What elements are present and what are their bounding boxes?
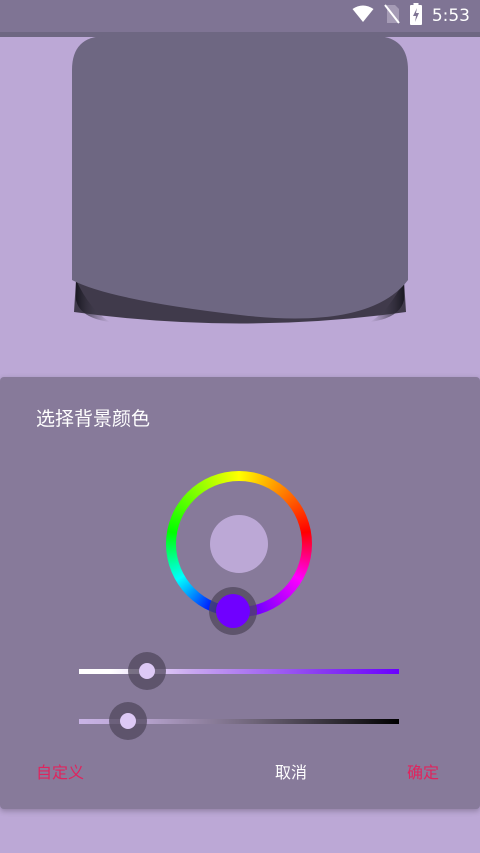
battery-charging-icon xyxy=(409,3,422,29)
status-icons: 5:53 xyxy=(352,0,470,32)
ok-button[interactable]: 确定 xyxy=(407,759,439,783)
saturation-slider-thumb[interactable] xyxy=(139,663,155,679)
selected-color-preview xyxy=(210,515,268,573)
wifi-icon xyxy=(352,5,374,27)
no-sim-icon xyxy=(384,4,400,28)
saturation-slider-track[interactable] xyxy=(79,669,399,674)
status-bar: 5:53 xyxy=(0,0,480,32)
color-wheel-handle[interactable] xyxy=(216,594,250,628)
value-slider-thumb[interactable] xyxy=(120,713,136,729)
custom-button[interactable]: 自定义 xyxy=(36,759,84,783)
status-time: 5:53 xyxy=(431,6,470,26)
dialog-title: 选择背景颜色 xyxy=(36,408,151,430)
background-preview-card xyxy=(70,30,410,330)
cancel-button[interactable]: 取消 xyxy=(275,759,307,783)
